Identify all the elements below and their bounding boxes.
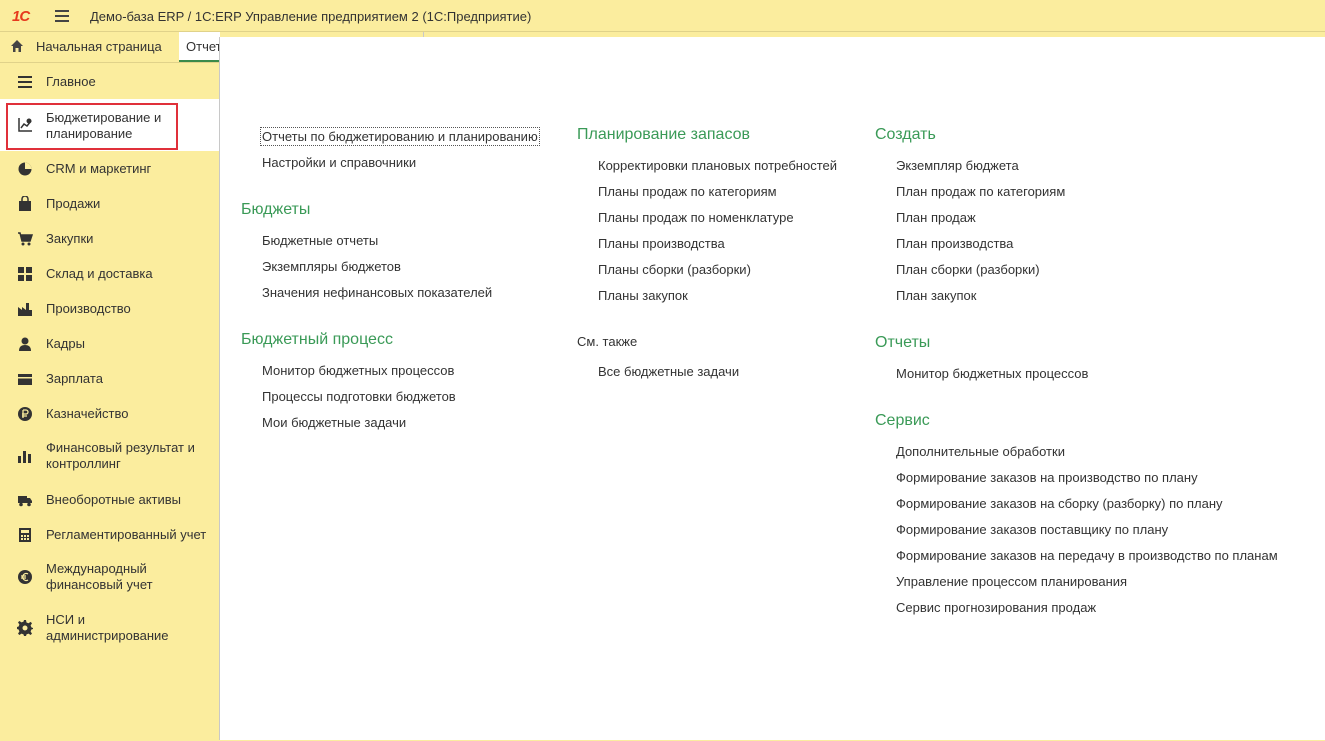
sidebar-item-label: Внеоборотные активы [46,492,182,507]
home-icon [11,40,23,52]
link-budget-reports-list[interactable]: Бюджетные отчеты [262,233,378,248]
link-additional-processing[interactable]: Дополнительные обработки [896,444,1065,459]
sidebar-item-main[interactable]: Главное [0,71,219,93]
wallet-icon [18,374,32,385]
hamburger-menu-icon[interactable] [55,10,69,22]
link-assembly-plans[interactable]: Планы сборки (разборки) [598,262,751,277]
link-settings-catalogs[interactable]: Настройки и справочники [262,155,416,170]
link-plan-adjustments[interactable]: Корректировки плановых потребностей [598,158,837,173]
sidebar-item-label: Продажи [46,196,101,211]
link-transfer-orders-by-plans[interactable]: Формирование заказов на передачу в произ… [896,548,1278,563]
sidebar-item-label: Бюджетирование и планирование [46,110,162,141]
gear-icon [17,620,33,636]
link-process-monitor[interactable]: Монитор бюджетных процессов [262,363,454,378]
sidebar-item-label: Финансовый результат и контроллинг [46,440,195,471]
menu-lines-icon [18,76,32,88]
link-supplier-orders-by-plan[interactable]: Формирование заказов поставщику по плану [896,522,1168,537]
link-sales-plans-items[interactable]: Планы продаж по номенклатуре [598,210,794,225]
sidebar-item-treasury[interactable]: Казначейство [0,403,219,425]
sidebar-item-hr[interactable]: Кадры [0,333,219,355]
tab-home[interactable]: Начальная страница [0,32,174,62]
link-budget-preparation[interactable]: Процессы подготовки бюджетов [262,389,456,404]
tab-home-label: Начальная страница [36,39,162,54]
sidebar-item-budgeting[interactable]: Бюджетирование и планирование [0,99,219,151]
shopping-bag-icon [19,196,31,211]
sidebar-item-fixed-assets[interactable]: Внеоборотные активы [0,489,219,511]
truck-icon [18,496,32,507]
warehouse-grid-icon [18,267,32,281]
section-title-see-also: См. также [577,334,638,349]
link-production-orders-by-plan[interactable]: Формирование заказов на производство по … [896,470,1198,485]
sidebar-item-label: Международный финансовый учет [46,561,153,592]
link-create-sales-plan[interactable]: План продаж [896,210,976,225]
link-all-budget-tasks[interactable]: Все бюджетные задачи [598,364,739,379]
person-icon [19,337,31,351]
factory-icon [18,303,32,316]
sidebar-item-warehouse[interactable]: Склад и доставка [0,263,219,285]
cart-icon [18,232,33,246]
link-planning-process-management[interactable]: Управление процессом планирования [896,574,1127,589]
link-production-plans[interactable]: Планы производства [598,236,725,251]
sidebar-item-admin[interactable]: НСИ и администрирование [0,610,219,646]
link-purchase-plans[interactable]: Планы закупок [598,288,688,303]
sidebar-item-crm[interactable]: CRM и маркетинг [0,158,219,180]
section-title-create: Создать [875,126,936,143]
link-budget-instances[interactable]: Экземпляры бюджетов [262,259,401,274]
section-title-budgets: Бюджеты [241,201,311,218]
section-content: Отчеты по бюджетированию и планированию … [219,37,1325,740]
link-create-production-plan[interactable]: План производства [896,236,1013,251]
sidebar-item-label: Казначейство [46,406,129,421]
sidebar-item-label: Главное [46,74,96,89]
tabs-bar: Начальная страница Отчеты по бюджетирова… [0,32,220,62]
sidebar-item-purchases[interactable]: Закупки [0,228,219,250]
euro-icon [18,570,32,584]
pie-chart-icon [18,162,32,176]
link-create-assembly-plan[interactable]: План сборки (разборки) [896,262,1040,277]
sidebar-item-regulated-accounting[interactable]: Регламентированный учет [0,524,219,546]
sidebar-item-financial-result[interactable]: Финансовый результат и контроллинг [0,438,219,474]
link-my-tasks[interactable]: Мои бюджетные задачи [262,415,406,430]
calculator-icon [19,528,31,542]
section-title-service: Сервис [875,412,930,429]
window-title: Демо-база ERP / 1С:ERP Управление предпр… [90,9,532,24]
link-create-purchase-plan[interactable]: План закупок [896,288,976,303]
budget-chart-icon [18,118,32,132]
sidebar-item-international[interactable]: Международный финансовый учет [0,559,219,595]
sidebar-item-sales[interactable]: Продажи [0,193,219,215]
sidebar-item-salary[interactable]: Зарплата [0,368,219,390]
link-nonfinancial-values[interactable]: Значения нефинансовых показателей [262,285,492,300]
sidebar-item-production[interactable]: Производство [0,298,219,320]
sidebar-item-label: Зарплата [46,371,103,386]
link-create-sales-plan-category[interactable]: План продаж по категориям [896,184,1065,199]
app-logo: 1С [12,8,30,25]
link-sales-forecasting-service[interactable]: Сервис прогнозирования продаж [896,600,1096,615]
title-bar: 1С Демо-база ERP / 1С:ERP Управление пре… [0,0,1325,32]
link-create-budget-instance[interactable]: Экземпляр бюджета [896,158,1019,173]
section-title-reports: Отчеты [875,334,931,351]
section-title-budget-process: Бюджетный процесс [241,331,393,348]
link-budget-reports[interactable]: Отчеты по бюджетированию и планированию [260,127,540,146]
sidebar-item-label: Производство [46,301,131,316]
sidebar-item-label: НСИ и администрирование [46,612,169,643]
ruble-coin-icon [18,407,32,421]
section-title-stock-planning: Планирование запасов [577,126,751,143]
link-sales-plans-categories[interactable]: Планы продаж по категориям [598,184,777,199]
sidebar-item-label: Склад и доставка [46,266,153,281]
link-assembly-orders-by-plan[interactable]: Формирование заказов на сборку (разборку… [896,496,1223,511]
tab-budget-reports-label: Отчеты по бюджетированию и планированию [186,39,220,54]
sections-sidebar: Главное Бюджетирование и планирование CR… [0,62,219,741]
sidebar-item-label: Регламентированный учет [46,527,207,542]
sidebar-item-label: Закупки [46,231,94,246]
bar-chart-icon [18,451,31,463]
sidebar-item-label: Кадры [46,336,85,351]
tab-budget-reports[interactable]: Отчеты по бюджетированию и планированию [179,32,220,62]
sidebar-item-label: CRM и маркетинг [46,161,152,176]
link-report-process-monitor[interactable]: Монитор бюджетных процессов [896,366,1088,381]
